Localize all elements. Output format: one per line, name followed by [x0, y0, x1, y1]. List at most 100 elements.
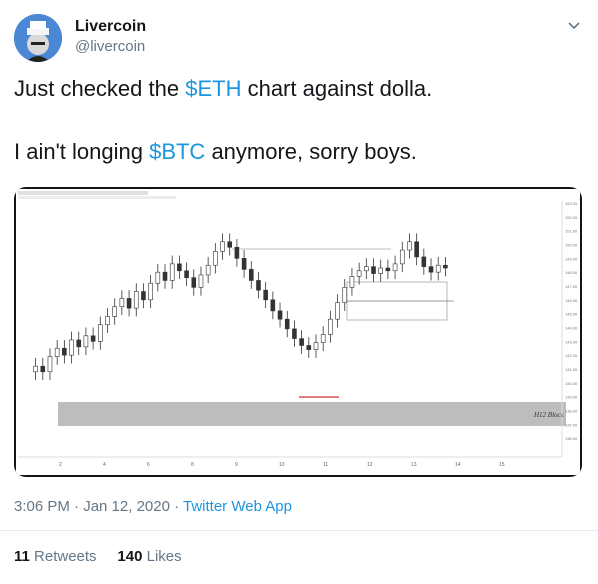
candle-body [155, 271, 161, 284]
candle-body [378, 267, 383, 274]
chevron-down-icon[interactable] [566, 18, 582, 34]
candle-body [284, 318, 290, 330]
candle-body [33, 365, 38, 373]
tweet-text: Just checked the [14, 76, 186, 101]
author-name[interactable]: Livercoin [75, 18, 146, 36]
candle-body [263, 289, 268, 301]
candle-body [191, 277, 197, 288]
y-tick-label: 143.00 [565, 339, 578, 344]
candle-body [69, 339, 74, 356]
candle-body [105, 316, 110, 326]
x-tick-label: 2 [59, 462, 62, 468]
candle-body [335, 302, 340, 320]
y-tick-label: 141.00 [565, 367, 578, 372]
y-tick-label: 142.00 [565, 353, 578, 358]
candle-body [435, 264, 441, 273]
candle-body [414, 241, 419, 258]
y-tick-label: 136.00 [565, 436, 578, 441]
candle-body [98, 324, 103, 342]
candle-body [256, 280, 261, 291]
cashtag-btc[interactable]: $BTC [149, 139, 205, 164]
x-tick-label: 14 [455, 462, 461, 468]
tweet-text: chart against dolla. [241, 76, 433, 101]
y-tick-label: 153.00 [565, 201, 578, 206]
candle-body [292, 328, 297, 339]
y-tick-label: 140.00 [565, 381, 578, 386]
candle-body [248, 269, 254, 281]
retweet-label[interactable]: Retweets [30, 548, 97, 565]
candle-body [40, 365, 46, 373]
candle-body [184, 270, 189, 278]
candle-body [241, 258, 247, 270]
candle-body [313, 342, 319, 350]
candle-body [213, 251, 218, 266]
candle-body [119, 298, 125, 308]
x-tick-label: 4 [103, 462, 106, 468]
author-handle[interactable]: @livercoin [75, 38, 145, 55]
y-tick-label: 152.00 [565, 215, 578, 220]
cashtag-eth[interactable]: $ETH [185, 76, 241, 101]
x-tick-label: 12 [367, 462, 373, 468]
candle-body [76, 339, 82, 348]
candle-body [364, 266, 369, 272]
chart-header-strip [18, 196, 176, 199]
tweet-card: Livercoin @livercoin Just checked the $E… [0, 0, 598, 584]
avatar[interactable] [14, 14, 62, 62]
chart-header-strip [18, 191, 148, 195]
y-tick-label: 150.00 [565, 243, 578, 248]
tweet-meta: 3:06 PM · Jan 12, 2020 · Twitter Web App [14, 498, 292, 515]
y-tick-label: 146.00 [565, 298, 578, 303]
tweet-text-line-2: I ain't longing $BTC anymore, sorry boys… [14, 138, 574, 166]
candle-body [399, 249, 405, 265]
candle-body [342, 287, 348, 303]
candle-body [133, 291, 139, 309]
candle-body [177, 263, 182, 272]
y-tick-label: 139.00 [565, 395, 578, 400]
x-tick-label: 13 [411, 462, 417, 468]
x-tick-label: 8 [191, 462, 194, 468]
tweet-text: I ain't longing [14, 139, 150, 164]
candle-body [299, 338, 304, 346]
candle-body [371, 266, 376, 274]
zone-label: H12 Block [533, 411, 565, 419]
chart-image[interactable]: H12 Block 2 4 6 8 9 10 11 12 13 14 15 136.00 137.00… [14, 187, 582, 477]
candle-body [421, 256, 427, 267]
candle-body [356, 270, 362, 277]
y-tick-label: 149.00 [565, 256, 578, 261]
like-label[interactable]: Likes [142, 548, 182, 565]
demand-zone [58, 402, 566, 426]
candle-body [83, 335, 89, 348]
x-tick-label: 15 [499, 462, 505, 468]
candle-body [54, 347, 60, 357]
candle-body [220, 241, 225, 252]
candle-body [227, 241, 233, 248]
candle-body [392, 263, 398, 272]
candle-body [47, 356, 53, 373]
avatar-image [14, 14, 62, 62]
candle-body [90, 335, 96, 342]
candle-body [112, 306, 117, 317]
candle-body [141, 291, 146, 301]
tweet-text: anymore, sorry boys. [205, 139, 417, 164]
x-tick-label: 11 [323, 462, 328, 468]
candle-body [320, 334, 326, 344]
source-app[interactable]: Twitter Web App [183, 498, 292, 515]
y-tick-label: 137.00 [565, 422, 578, 427]
candle-body [306, 345, 312, 350]
candle-body [234, 246, 240, 259]
candle-body [62, 347, 67, 356]
eth-price-chart: H12 Block 2 4 6 8 9 10 11 12 13 14 15 136.00 137.00… [16, 189, 580, 475]
y-tick-label: 138.00 [565, 409, 578, 414]
candle-body [385, 267, 391, 272]
retweet-count[interactable]: 11 [14, 548, 30, 565]
candle-body [349, 276, 355, 288]
divider [0, 530, 598, 531]
candle-body [205, 264, 211, 276]
candle-body [428, 266, 434, 273]
like-count[interactable]: 140 [117, 548, 142, 565]
timestamp[interactable]: 3:06 PM · Jan 12, 2020 · [14, 498, 183, 515]
y-tick-label: 151.00 [565, 229, 578, 234]
x-tick-label: 10 [279, 462, 285, 468]
y-tick-label: 144.00 [565, 326, 578, 331]
x-tick-label: 6 [147, 462, 150, 468]
